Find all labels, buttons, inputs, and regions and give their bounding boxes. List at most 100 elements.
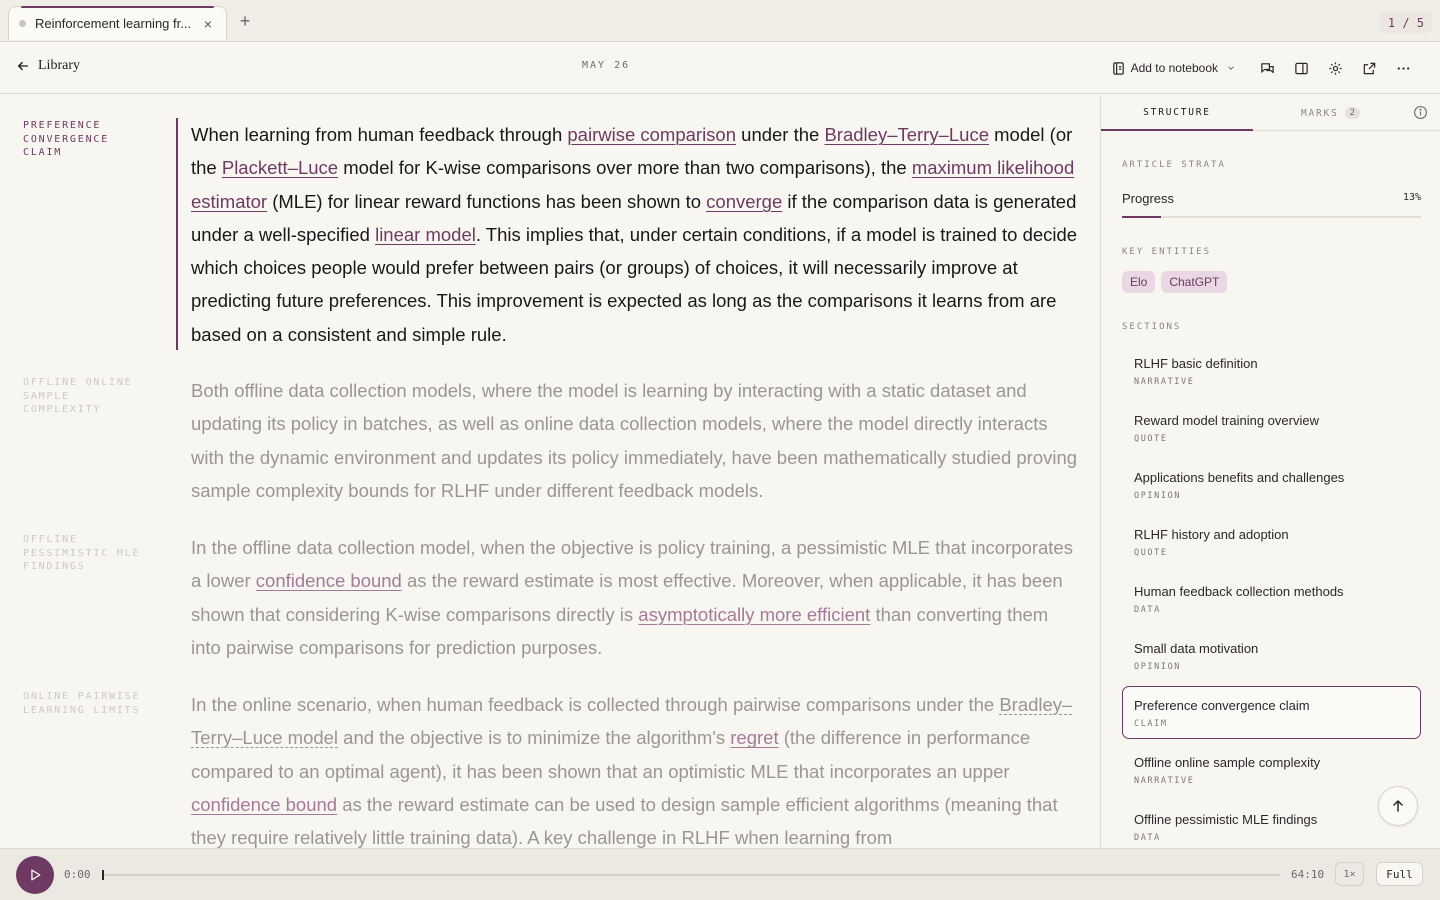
comments-icon — [1260, 62, 1274, 73]
new-tab-icon[interactable]: + — [236, 11, 254, 31]
tab-structure[interactable]: STRUCTURE — [1101, 95, 1253, 131]
arrow-left-icon — [17, 61, 29, 71]
paragraph-label: PREFERENCE CONVERGENCE CLAIM — [23, 120, 110, 158]
section-title: Preference convergence claim — [1134, 698, 1310, 713]
section-type: OPINION — [1134, 662, 1182, 672]
add-to-notebook-button[interactable]: Add to notebook — [1111, 61, 1236, 76]
section-title: Small data motivation — [1134, 641, 1259, 656]
text-run: In the online scenario, when human feedb… — [191, 694, 1000, 715]
section-type: NARRATIVE — [1134, 377, 1195, 387]
back-to-library-button[interactable]: Library — [16, 58, 80, 74]
tab-title: Reinforcement learning fr... — [35, 16, 192, 31]
text-run: under the — [736, 124, 825, 145]
strata-heading: ARTICLE STRATA — [1122, 160, 1226, 170]
entities-heading: KEY ENTITIES — [1122, 247, 1212, 257]
progress-fill — [1122, 216, 1161, 218]
article-body: PREFERENCE CONVERGENCE CLAIM When learni… — [0, 95, 1100, 848]
entity-chips: Elo ChatGPT — [1122, 271, 1228, 293]
section-item[interactable]: Offline online sample complexity NARRATIV… — [1122, 743, 1421, 800]
external-link-icon — [1363, 62, 1375, 74]
section-item[interactable]: RLHF basic definition NARRATIVE — [1122, 344, 1421, 401]
arrow-up-icon — [1393, 800, 1403, 812]
section-type: DATA — [1134, 605, 1161, 615]
play-button[interactable] — [16, 856, 54, 894]
split-view-icon — [1294, 62, 1308, 74]
notebook-icon — [1112, 61, 1124, 75]
settings-button[interactable] — [1318, 56, 1352, 80]
back-label: Library — [38, 58, 80, 73]
section-item[interactable]: Applications benefits and challenges OPIN… — [1122, 458, 1421, 515]
open-external-button[interactable] — [1352, 56, 1386, 80]
section-item[interactable]: Small data motivation OPINION — [1122, 629, 1421, 686]
section-type: QUOTE — [1134, 434, 1168, 444]
section-type: QUOTE — [1134, 548, 1168, 558]
section-title: Offline pessimistic MLE findings — [1134, 812, 1318, 827]
term-link[interactable]: confidence bound — [256, 570, 402, 591]
scroll-to-top-button[interactable] — [1378, 786, 1418, 826]
section-item-selected[interactable]: Preference convergence claim CLAIM — [1122, 686, 1421, 739]
comments-button[interactable] — [1250, 56, 1284, 80]
active-paragraph-bar — [176, 118, 178, 350]
paragraph-text: When learning from human feedback throug… — [191, 118, 1081, 351]
full-mode-button[interactable]: Full — [1376, 862, 1423, 886]
playback-speed-button[interactable]: 1× — [1335, 862, 1364, 886]
term-link[interactable]: asymptotically more efficient — [638, 604, 870, 625]
section-item[interactable]: Reward model training overview QUOTE — [1122, 401, 1421, 458]
text-run: and the objective is to minimize the alg… — [338, 727, 731, 749]
info-icon[interactable] — [1413, 105, 1428, 120]
sidebar-tabs: STRUCTURE MARKS 2 — [1101, 95, 1440, 131]
header-actions: Add to notebook — [1111, 56, 1420, 80]
paragraph-text: In the offline data collection model, wh… — [191, 531, 1081, 664]
progress-track — [1122, 216, 1421, 218]
duration: 64:10 — [1291, 868, 1325, 881]
term-link[interactable]: confidence bound — [191, 794, 337, 815]
more-horizontal-icon — [1397, 66, 1409, 70]
tab-marks[interactable]: MARKS 2 — [1301, 95, 1361, 131]
tab-marks-label: MARKS — [1301, 107, 1339, 119]
term-link[interactable]: converge — [706, 191, 782, 212]
reader-header: Library MAY 26 Add to notebook — [0, 42, 1440, 94]
progress-label: Progress — [1122, 191, 1175, 206]
entity-chip[interactable]: Elo — [1122, 271, 1156, 293]
section-item[interactable]: Offline pessimistic MLE findings DATA — [1122, 800, 1421, 848]
section-title: RLHF basic definition — [1134, 356, 1258, 371]
tab-status-dot — [19, 20, 26, 27]
entity-chip[interactable]: ChatGPT — [1161, 271, 1228, 293]
section-title: Human feedback collection methods — [1134, 584, 1344, 599]
section-type: CLAIM — [1134, 719, 1168, 729]
section-title: Reward model training overview — [1134, 413, 1319, 428]
term-link[interactable]: Bradley–Terry–Luce — [824, 124, 989, 145]
tab-bar: Reinforcement learning fr... × + 1 / 5 — [0, 0, 1440, 42]
play-icon — [31, 869, 41, 881]
playback-scrubber[interactable] — [102, 870, 1280, 880]
marks-count-badge: 2 — [1344, 107, 1361, 119]
term-link[interactable]: Plackett–Luce — [222, 157, 338, 178]
article-date: MAY 26 — [582, 60, 631, 71]
section-list: RLHF basic definition NARRATIVE Reward mo… — [1122, 344, 1421, 848]
browser-tab[interactable]: Reinforcement learning fr... × — [8, 6, 227, 40]
chevron-down-icon — [1228, 66, 1234, 70]
text-run: model for K-wise comparisons over more t… — [338, 157, 912, 179]
section-item[interactable]: Human feedback collection methods DATA — [1122, 572, 1421, 629]
audio-player: 0:00 64:10 1× Full — [0, 848, 1440, 900]
section-type: OPINION — [1134, 491, 1182, 501]
paragraph-label: ONLINE PAIRWISE LEARNING LIMITS — [23, 691, 141, 716]
section-type: NARRATIVE — [1134, 776, 1195, 786]
more-options-button[interactable] — [1386, 56, 1420, 80]
gear-icon — [1328, 61, 1342, 75]
term-link[interactable]: pairwise comparison — [567, 124, 736, 145]
paragraph-text: Both offline data collection models, whe… — [191, 380, 1078, 501]
section-item[interactable]: RLHF history and adoption QUOTE — [1122, 515, 1421, 572]
scrubber-handle[interactable] — [102, 870, 104, 880]
text-run: When learning from human feedback throug… — [191, 124, 568, 145]
paragraph-label: OFFLINE PESSIMISTIC MLE FINDINGS — [23, 534, 141, 572]
section-type: DATA — [1134, 833, 1161, 843]
section-title: Applications benefits and challenges — [1134, 470, 1345, 485]
split-view-button[interactable] — [1284, 56, 1318, 80]
close-icon[interactable]: × — [200, 16, 216, 32]
section-title: RLHF history and adoption — [1134, 527, 1289, 542]
progress-value: 13% — [1402, 192, 1421, 203]
current-time: 0:00 — [64, 868, 91, 881]
term-link[interactable]: regret — [730, 727, 778, 748]
term-link[interactable]: linear model — [375, 224, 476, 245]
